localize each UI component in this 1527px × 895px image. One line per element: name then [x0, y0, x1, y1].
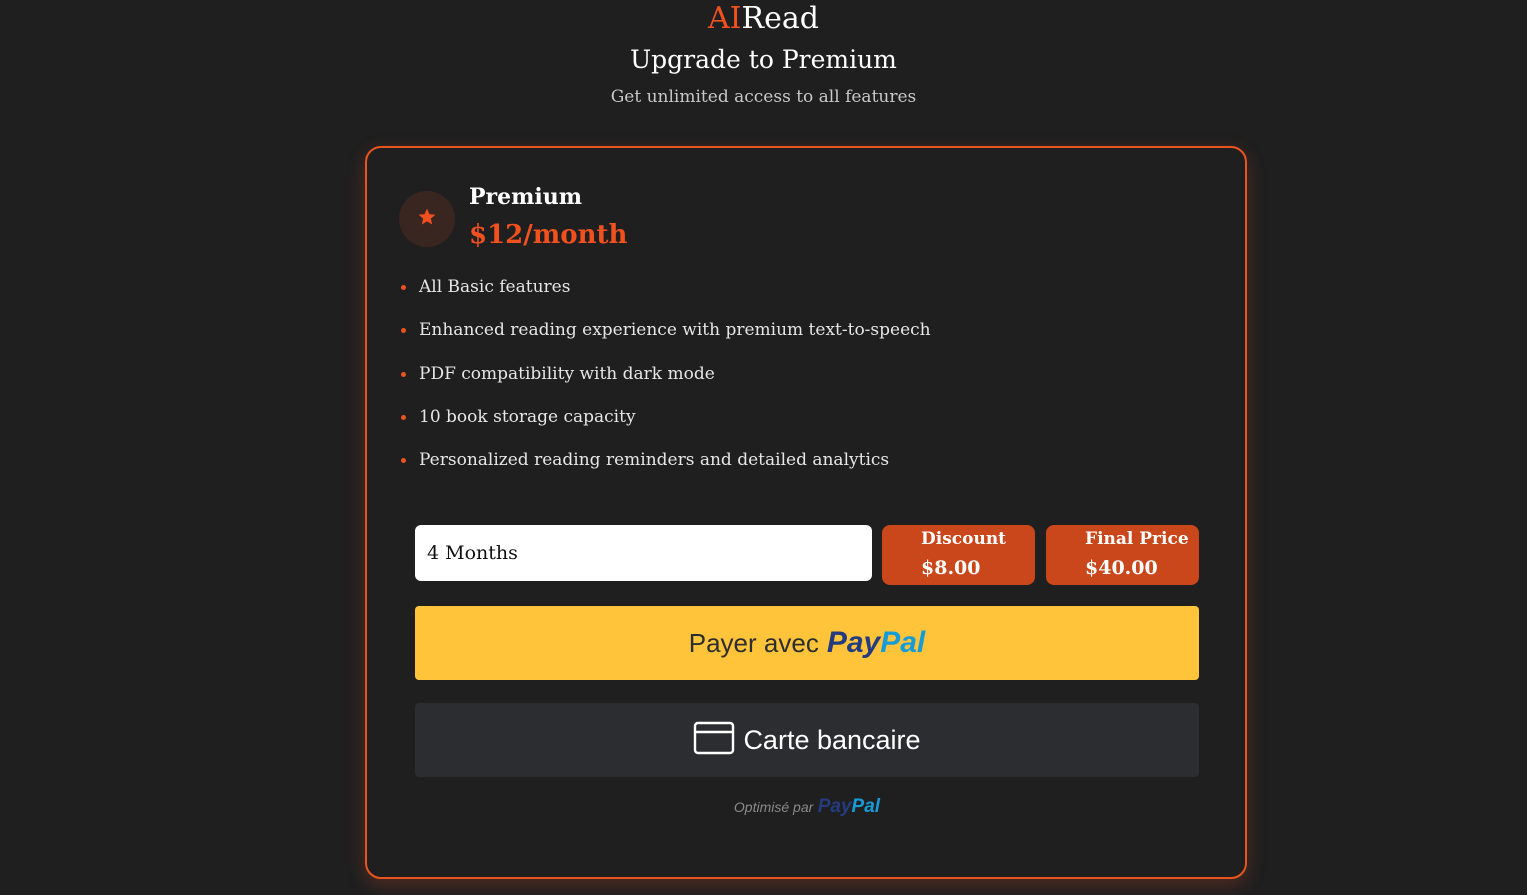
card-payment-label: Carte bancaire: [743, 724, 921, 755]
brand-prefix: AI: [708, 1, 742, 36]
paypal-small-logo: PayPal: [818, 796, 880, 817]
plan-icon-badge: [399, 191, 455, 247]
feature-text: Personalized reading reminders and detai…: [419, 450, 890, 471]
paypal-button[interactable]: Payer avec PayPal: [415, 606, 1199, 680]
discount-value: $8.00: [921, 557, 981, 579]
star-icon: [417, 207, 437, 231]
bullet-icon: [401, 371, 406, 377]
feature-item: All Basic features: [399, 276, 931, 298]
paypal-small-logo-pal: Pal: [851, 796, 881, 817]
powered-by: Optimisé par PayPal: [415, 796, 1199, 818]
bullet-icon: [401, 328, 406, 334]
final-price-box: Final Price $40.00: [1046, 525, 1199, 585]
powered-by-text: Optimisé par: [733, 799, 814, 815]
bullet-icon: [401, 285, 406, 290]
feature-item: Enhanced reading experience with premium…: [399, 319, 931, 341]
paypal-logo-pal: Pal: [880, 626, 926, 659]
bullet-icon: [401, 458, 406, 464]
feature-item: 10 book storage capacity: [399, 406, 931, 428]
feature-text: All Basic features: [419, 277, 571, 297]
feature-list: All Basic features Enhanced reading expe…: [399, 276, 931, 492]
discount-box: Discount $8.00: [882, 525, 1035, 585]
final-price-label: Final Price: [1085, 529, 1189, 549]
final-price-value: $40.00: [1085, 557, 1158, 579]
paypal-button-label: Payer avec: [688, 627, 819, 658]
paypal-logo-pay: Pay: [826, 626, 881, 659]
card-payment-button[interactable]: Carte bancaire: [415, 703, 1199, 777]
brand-logo: AIRead: [0, 0, 1527, 38]
feature-item: PDF compatibility with dark mode: [399, 363, 931, 385]
duration-select[interactable]: 4 Months: [415, 525, 872, 581]
paypal-small-logo-pay: Pay: [817, 796, 852, 817]
feature-text: 10 book storage capacity: [419, 406, 636, 427]
page-title: Upgrade to Premium: [630, 45, 897, 74]
brand-suffix: Read: [741, 1, 819, 36]
plan-price: $12/month: [469, 220, 628, 250]
feature-item: Personalized reading reminders and detai…: [399, 449, 931, 471]
credit-card-icon: [693, 721, 735, 759]
feature-text: PDF compatibility with dark mode: [419, 363, 715, 384]
feature-text: Enhanced reading experience with premium…: [419, 320, 931, 341]
discount-label: Discount: [921, 529, 1007, 549]
paypal-logo: PayPal: [827, 626, 925, 660]
page-subtitle: Get unlimited access to all features: [610, 87, 917, 107]
premium-plan-card: Premium $12/month All Basic features Enh…: [365, 146, 1247, 879]
plan-name: Premium: [469, 184, 583, 210]
bullet-icon: [401, 414, 406, 420]
